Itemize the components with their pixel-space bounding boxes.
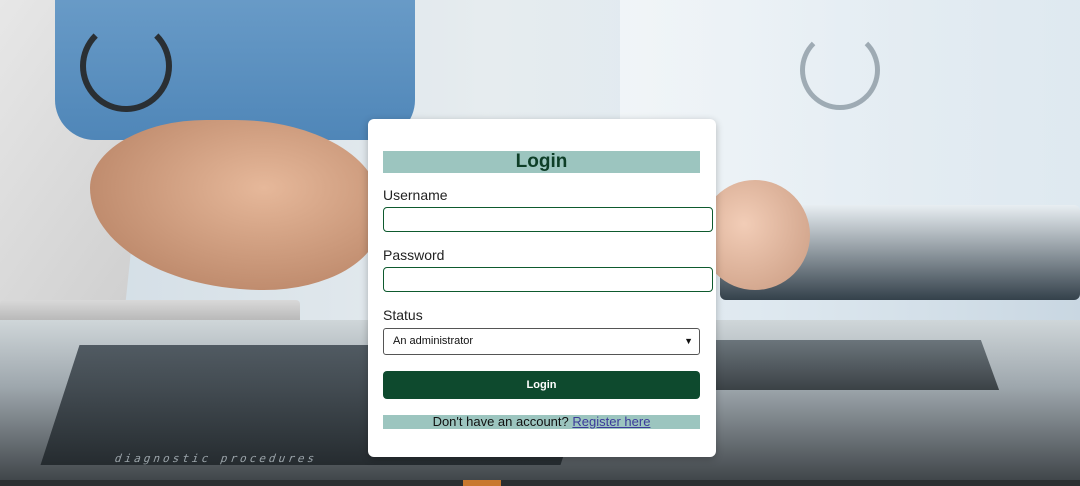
register-prompt-text: Don't have an account? (432, 414, 569, 429)
login-card: Login Username Password Status An admini… (368, 119, 716, 457)
login-title: Login (383, 151, 700, 173)
username-input[interactable] (383, 207, 713, 232)
register-prompt-bar: Don't have an account? Register here (383, 415, 700, 429)
status-label: Status (383, 307, 423, 323)
password-label: Password (383, 247, 445, 263)
desk-screen-right-image (680, 340, 1000, 390)
register-link[interactable]: Register here (572, 414, 650, 429)
doctor-hand-right-image (700, 180, 810, 290)
chevron-down-icon: ▼ (684, 336, 693, 346)
password-input[interactable] (383, 267, 713, 292)
status-select[interactable]: An administrator ▼ (383, 328, 700, 355)
doctor-hand-image (90, 120, 380, 290)
bottom-strip (0, 480, 1080, 486)
username-label: Username (383, 187, 448, 203)
login-button[interactable]: Login (383, 371, 700, 399)
desk-screen-text: diagnostic procedures (112, 452, 320, 465)
status-selected-value: An administrator (393, 335, 474, 347)
stethoscope-image-right (800, 30, 880, 110)
stethoscope-image (80, 20, 172, 112)
bottom-strip-accent (463, 480, 501, 486)
